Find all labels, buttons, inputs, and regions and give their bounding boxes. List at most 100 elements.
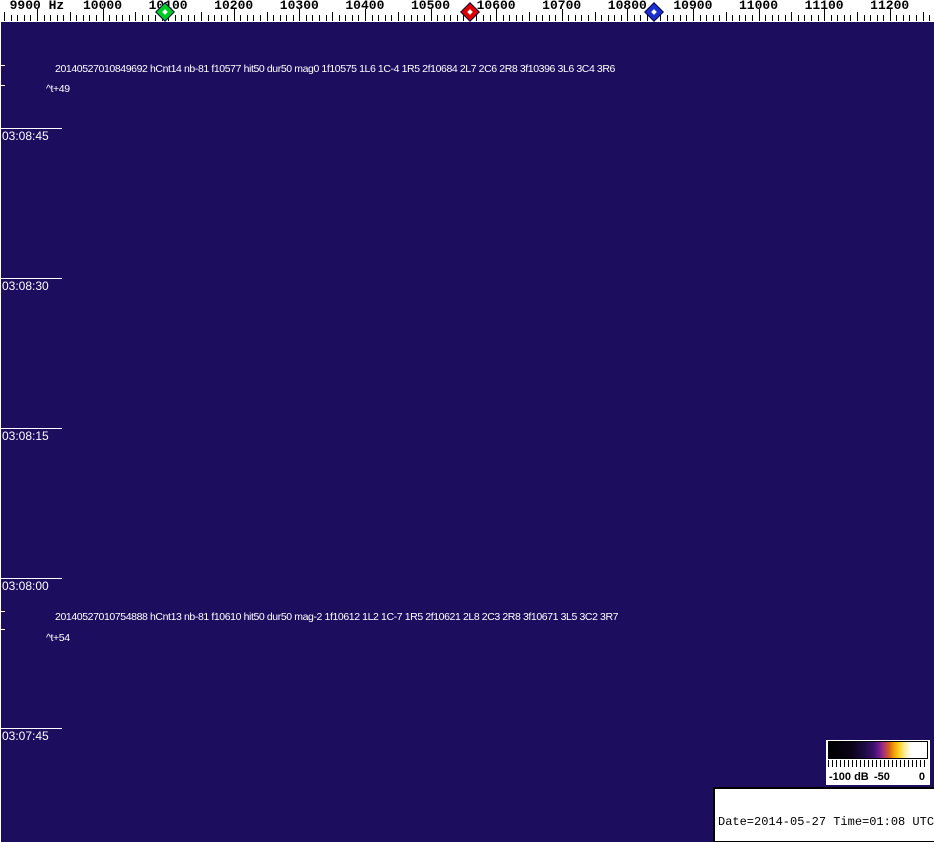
freq-label: 10900 — [673, 0, 713, 13]
info-date-time: Date=2014-05-27 Time=01:08 UTC — [718, 815, 934, 829]
freq-tick — [95, 15, 97, 21]
freq-tick — [837, 15, 839, 21]
event-edge-tick — [1, 629, 5, 630]
freq-tick — [483, 15, 484, 21]
freq-tick — [607, 15, 609, 21]
freq-tick — [640, 15, 642, 21]
freq-tick — [555, 15, 557, 21]
freq-tick — [286, 15, 288, 21]
freq-tick — [214, 15, 215, 21]
freq-tick — [391, 15, 393, 21]
freq-tick — [450, 15, 452, 21]
freq-tick — [246, 15, 248, 21]
freq-tick — [719, 15, 721, 21]
freq-tick — [371, 15, 373, 21]
freq-tick — [410, 15, 412, 21]
time-label: 03:07:45 — [2, 729, 49, 743]
event-annotation: 20140527010849692 hCnt14 nb-81 f10577 hi… — [55, 63, 615, 75]
freq-tick — [791, 12, 793, 21]
freq-tick — [115, 15, 117, 21]
db-scale-ticks — [828, 760, 928, 767]
freq-tick — [50, 15, 51, 21]
freq-tick — [194, 15, 196, 21]
freq-tick — [522, 15, 524, 21]
freq-tick — [227, 15, 229, 21]
freq-tick — [797, 15, 799, 21]
freq-tick — [23, 15, 25, 21]
db-color-scale: -100 dB -50 0 — [826, 740, 930, 785]
freq-tick — [174, 15, 176, 21]
freq-tick — [896, 15, 898, 21]
freq-tick — [843, 15, 845, 21]
freq-tick — [279, 15, 281, 21]
db-mid-label: -50 — [874, 771, 890, 783]
freq-label: 10600 — [476, 0, 516, 13]
freq-tick — [181, 15, 183, 21]
event-time-offset-tag: ^t+54 — [46, 632, 70, 644]
freq-tick — [423, 15, 425, 21]
freq-tick — [909, 15, 911, 21]
freq-tick — [292, 15, 294, 21]
freq-tick — [502, 15, 504, 21]
freq-tick — [876, 15, 878, 21]
meteor-echo-waterfall-app: 9900 Hz100001010010200103001040010500106… — [0, 0, 934, 842]
freq-tick — [358, 15, 360, 21]
freq-tick — [706, 15, 707, 21]
time-label: 03:08:00 — [2, 579, 49, 593]
db-scale-labels: -100 dB -50 0 — [826, 771, 930, 784]
freq-label: 11100 — [804, 0, 844, 13]
freq-tick — [778, 15, 780, 21]
freq-tick — [56, 15, 58, 21]
time-label: 03:08:30 — [2, 279, 49, 293]
freq-label: 11200 — [870, 0, 910, 13]
freq-tick — [811, 15, 812, 21]
event-annotation: 20140527010754888 hCnt13 nb-81 f10610 hi… — [55, 611, 619, 623]
freq-tick — [725, 12, 727, 21]
event-edge-tick — [1, 611, 5, 612]
freq-tick — [417, 15, 419, 21]
freq-tick — [673, 15, 675, 21]
freq-tick — [30, 15, 32, 21]
freq-tick — [850, 15, 852, 21]
freq-tick — [17, 15, 19, 21]
spectrogram-noise-canvas — [0, 22, 934, 842]
freq-label: 11000 — [738, 0, 779, 13]
freq-tick — [155, 15, 156, 21]
db-max-label: 0 — [918, 771, 925, 783]
freq-tick — [69, 12, 71, 21]
color-gradient-bar — [828, 741, 928, 759]
freq-tick — [220, 15, 222, 21]
freq-tick — [332, 12, 334, 21]
freq-tick — [666, 15, 668, 21]
freq-tick — [109, 15, 111, 21]
freq-tick — [765, 15, 767, 21]
freq-tick — [476, 15, 478, 21]
freq-tick — [594, 12, 596, 21]
freq-tick — [804, 15, 806, 21]
freq-tick — [574, 15, 576, 21]
freq-tick — [437, 15, 439, 21]
freq-tick — [351, 15, 353, 21]
freq-tick — [679, 15, 681, 21]
freq-tick — [902, 15, 904, 21]
freq-tick — [686, 15, 688, 21]
freq-tick — [548, 15, 550, 21]
freq-label: 10000 — [82, 0, 123, 13]
freq-tick — [76, 15, 78, 21]
freq-tick — [751, 15, 753, 21]
freq-tick — [10, 15, 12, 21]
freq-tick — [187, 15, 189, 21]
freq-tick — [240, 15, 242, 21]
time-label: 03:08:45 — [2, 129, 49, 143]
time-label: 03:08:15 — [2, 429, 49, 443]
freq-tick — [817, 15, 819, 21]
freq-tick — [528, 12, 530, 21]
freq-tick — [378, 15, 379, 21]
event-time-offset-tag: ^t+49 — [46, 83, 70, 95]
freq-tick — [456, 15, 458, 21]
event-edge-tick — [1, 85, 5, 86]
freq-label: 10400 — [345, 0, 385, 13]
freq-tick — [128, 15, 130, 21]
left-axis-line — [0, 22, 1, 842]
freq-tick — [922, 12, 924, 21]
